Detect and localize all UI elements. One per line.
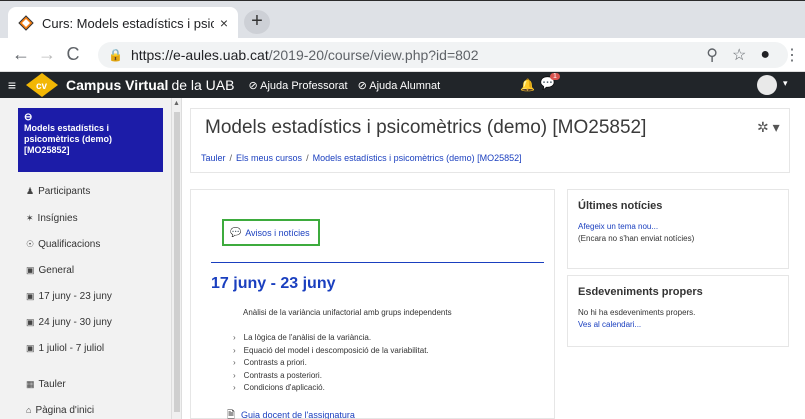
upcoming-events-block: Esdeveniments propers No hi ha esdevenim… bbox=[567, 275, 789, 347]
folder-icon: ▣ bbox=[26, 291, 35, 301]
drawer-item-grades[interactable]: ☉ Qualificacions bbox=[26, 239, 100, 250]
news-forum-label: Avisos i notícies bbox=[245, 227, 310, 238]
drawer-item-general[interactable]: ▣ General bbox=[26, 265, 74, 276]
folder-icon: ▣ bbox=[26, 317, 35, 327]
breadcrumb-separator: / bbox=[229, 153, 233, 163]
list-item: Contrasts a priori. bbox=[233, 357, 429, 370]
course-content: 💬 Avisos i notícies 17 juny - 23 juny An… bbox=[190, 189, 555, 419]
forum-icon: 💬 bbox=[230, 227, 242, 237]
drawer-item-label: 24 juny - 30 juny bbox=[38, 317, 112, 328]
svg-text:cv: cv bbox=[36, 81, 48, 92]
dashboard-icon: ▦ bbox=[26, 379, 35, 389]
bell-icon[interactable]: 🔔 bbox=[520, 78, 535, 92]
star-icon[interactable]: ☆ bbox=[732, 45, 746, 65]
reload-button[interactable]: C bbox=[60, 44, 86, 65]
drawer-item-label: Qualificacions bbox=[38, 239, 101, 250]
upcoming-events-title: Esdeveniments propers bbox=[578, 286, 703, 298]
drawer-item-label: Pàgina d'inici bbox=[35, 405, 95, 416]
browser-tab-strip: Curs: Models estadístics i psicom × + bbox=[0, 0, 805, 39]
url-host: https://e-aules.uab.cat bbox=[130, 47, 269, 63]
nav-drawer: ⊖ Models estadístics i psicomètrics (dem… bbox=[0, 98, 172, 419]
section-summary: Anàlisi de la variància unifactorial amb… bbox=[243, 308, 452, 317]
topic-list: La lògica de l'anàlisi de la variància. … bbox=[233, 332, 429, 395]
drawer-item-label: Participants bbox=[38, 186, 91, 197]
menu-toggle-icon[interactable]: ≡ bbox=[0, 77, 24, 93]
no-events-text: No hi ha esdeveniments propers. bbox=[578, 308, 696, 317]
address-bar-row: ← → C 🔒 https://e-aules.uab.cat/2019-20/… bbox=[0, 38, 805, 72]
grades-icon: ☉ bbox=[26, 239, 35, 249]
users-icon: ♟ bbox=[26, 186, 35, 196]
drawer-item-participants[interactable]: ♟ Participants bbox=[26, 186, 90, 197]
breadcrumb: Tauler / Els meus cursos / Models estadístic… bbox=[201, 153, 522, 163]
news-forum-link[interactable]: 💬 Avisos i notícies bbox=[222, 219, 320, 246]
page-title: Models estadístics i psicomètrics (demo)… bbox=[205, 117, 647, 138]
breadcrumb-dashboard[interactable]: Tauler bbox=[201, 153, 226, 163]
list-item: Condicions d'aplicació. bbox=[233, 382, 429, 395]
brand-name[interactable]: Campus Virtual bbox=[66, 77, 168, 93]
breadcrumb-course[interactable]: Models estadístics i psicomètrics (demo)… bbox=[313, 153, 522, 163]
drawer-item-week3[interactable]: ▣ 1 juliol - 7 juliol bbox=[26, 343, 104, 354]
drawer-item-badges[interactable]: ✶ Insígnies bbox=[26, 213, 78, 224]
moodle-favicon-icon bbox=[18, 15, 34, 31]
drawer-item-label: Insígnies bbox=[37, 213, 78, 224]
active-course-label: Models estadístics i psicomètrics (demo)… bbox=[24, 123, 113, 155]
section-title[interactable]: 17 juny - 23 juny bbox=[211, 275, 335, 293]
section-divider bbox=[211, 262, 544, 263]
new-tab-button[interactable]: + bbox=[244, 10, 270, 34]
drawer-active-course[interactable]: ⊖ Models estadístics i psicomètrics (dem… bbox=[18, 108, 163, 172]
list-item: Contrasts a posteriori. bbox=[233, 370, 429, 383]
brand-suffix[interactable]: de la UAB bbox=[171, 77, 234, 93]
campus-virtual-logo[interactable]: cv bbox=[24, 73, 60, 97]
help-teachers-link[interactable]: ⊘ Ajuda Professorat bbox=[248, 79, 347, 92]
no-news-text: (Encara no s'han enviat notícies) bbox=[578, 234, 695, 243]
drawer-item-week1[interactable]: ▣ 17 juny - 23 juny bbox=[26, 291, 112, 302]
calendar-link[interactable]: Ves al calendari... bbox=[578, 320, 778, 329]
latest-news-block: Últimes notícies Afegeix un tema nou... … bbox=[567, 189, 789, 269]
gear-icon[interactable]: ✲ ▾ bbox=[757, 119, 780, 136]
graduation-cap-icon: ⊖ bbox=[24, 112, 33, 123]
add-topic-link[interactable]: Afegeix un tema nou... bbox=[578, 222, 778, 231]
drawer-item-home[interactable]: ⌂ Pàgina d'inici bbox=[26, 405, 94, 416]
drawer-scrollbar[interactable]: ▲ bbox=[172, 98, 182, 419]
profile-icon[interactable]: ● bbox=[760, 46, 770, 64]
site-navbar: ≡ cv Campus Virtual de la UAB ⊘ Ajuda Pr… bbox=[0, 72, 805, 98]
list-item: La lògica de l'anàlisi de la variància. bbox=[233, 332, 429, 345]
document-icon: 🗎 bbox=[227, 410, 236, 419]
url-path: /2019-20/course/view.php?id=802 bbox=[268, 47, 479, 63]
breadcrumb-my-courses[interactable]: Els meus cursos bbox=[236, 153, 302, 163]
help-teachers-label: Ajuda Professorat bbox=[260, 79, 348, 92]
tab-close-icon[interactable]: × bbox=[220, 15, 228, 31]
user-menu-caret-icon[interactable]: ▾ bbox=[783, 78, 788, 89]
badge-icon: ✶ bbox=[26, 213, 34, 223]
back-button[interactable]: ← bbox=[8, 44, 34, 65]
list-item: Equació del model i descomposició de la … bbox=[233, 345, 429, 358]
forward-button[interactable]: → bbox=[34, 44, 60, 65]
course-guide-link[interactable]: 🗎 Guia docent de l'assignatura bbox=[227, 408, 355, 419]
user-avatar[interactable] bbox=[757, 75, 777, 95]
folder-icon: ▣ bbox=[26, 265, 35, 275]
tab-title: Curs: Models estadístics i psicom bbox=[42, 15, 214, 31]
drawer-item-label: 17 juny - 23 juny bbox=[38, 291, 112, 302]
zoom-icon[interactable]: ⚲ bbox=[706, 45, 718, 65]
scrollbar-thumb[interactable] bbox=[174, 112, 180, 412]
latest-news-title: Últimes notícies bbox=[578, 200, 663, 212]
drawer-item-dashboard[interactable]: ▦ Tauler bbox=[26, 379, 66, 390]
home-icon: ⌂ bbox=[26, 405, 32, 415]
help-students-label: Ajuda Alumnat bbox=[369, 79, 441, 92]
folder-icon: ▣ bbox=[26, 343, 35, 353]
lock-icon: 🔒 bbox=[108, 48, 123, 62]
page-header: Models estadístics i psicomètrics (demo)… bbox=[190, 108, 790, 173]
course-guide-label: Guia docent de l'assignatura bbox=[241, 410, 355, 419]
message-count-badge: 1 bbox=[550, 73, 560, 80]
url-input[interactable]: 🔒 https://e-aules.uab.cat/2019-20/course… bbox=[98, 42, 800, 68]
breadcrumb-separator: / bbox=[306, 153, 309, 163]
scroll-up-icon[interactable]: ▲ bbox=[173, 100, 180, 107]
browser-menu-icon[interactable]: ⋮ bbox=[784, 45, 800, 65]
drawer-item-label: 1 juliol - 7 juliol bbox=[38, 343, 105, 354]
browser-tab[interactable]: Curs: Models estadístics i psicom × bbox=[8, 7, 238, 39]
help-students-link[interactable]: ⊘ Ajuda Alumnat bbox=[358, 79, 441, 92]
drawer-item-label: General bbox=[38, 265, 75, 276]
drawer-item-label: Tauler bbox=[38, 379, 66, 390]
drawer-item-week2[interactable]: ▣ 24 juny - 30 juny bbox=[26, 317, 112, 328]
